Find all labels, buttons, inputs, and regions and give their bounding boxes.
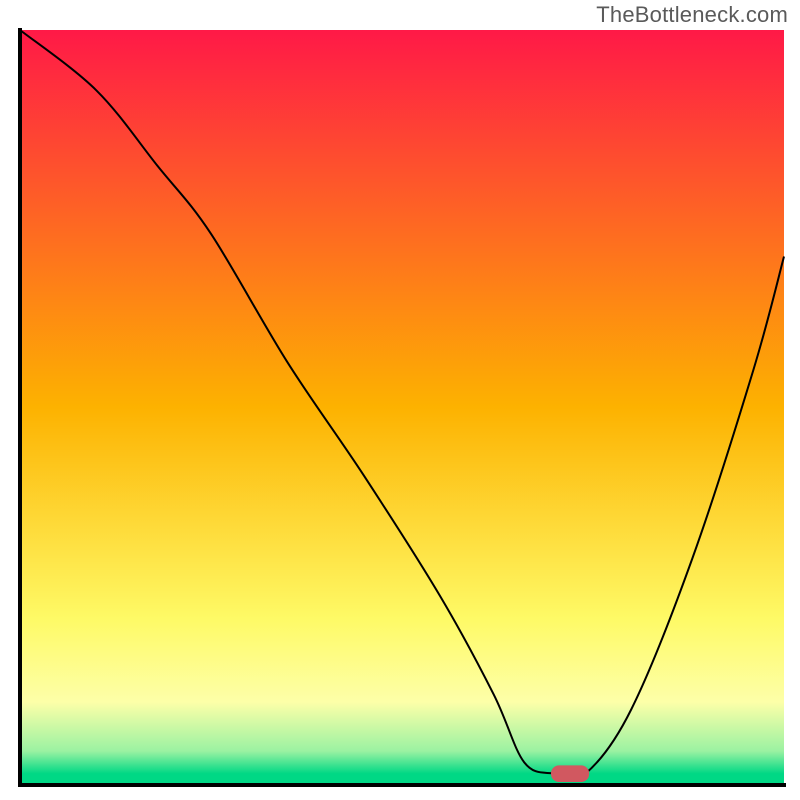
watermark-text: TheBottleneck.com — [596, 2, 788, 28]
chart-background — [20, 30, 784, 785]
chart-svg — [0, 0, 800, 800]
optimal-point-marker — [551, 765, 589, 782]
bottleneck-chart — [0, 0, 800, 800]
